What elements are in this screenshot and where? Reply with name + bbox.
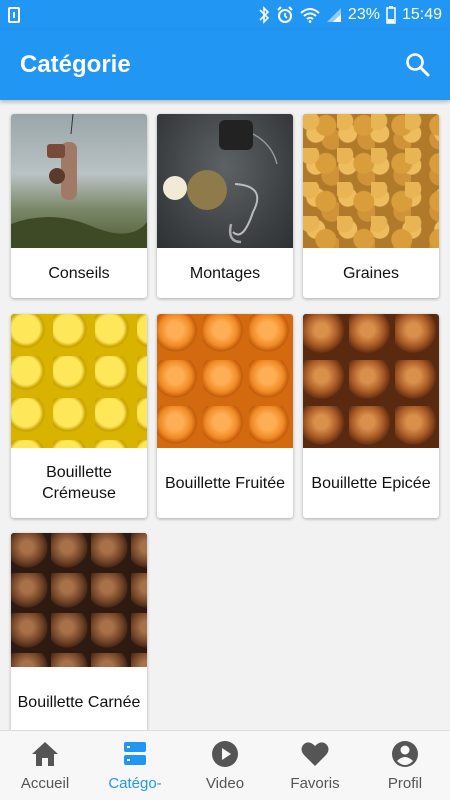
heart-icon [301, 739, 329, 769]
category-card-bouillette-epicee[interactable]: Bouillette Epicée [303, 314, 439, 518]
sim-card-icon [8, 7, 20, 23]
nav-profil[interactable]: Profil [360, 731, 450, 800]
nav-label: Accueil [20, 775, 70, 792]
category-card-montages[interactable]: Montages [157, 114, 293, 298]
category-card-conseils[interactable]: Conseils [11, 114, 147, 298]
nav-accueil[interactable]: Accueil [0, 731, 90, 800]
category-card-bouillette-fruitee[interactable]: Bouillette Fruitée [157, 314, 293, 518]
nav-video[interactable]: Video [180, 731, 270, 800]
play-icon [211, 739, 239, 769]
search-icon [406, 53, 430, 77]
category-image [303, 314, 439, 448]
category-card-graines[interactable]: Graines [303, 114, 439, 298]
category-image [157, 314, 293, 448]
category-label: Bouillette Carnée [17, 693, 141, 711]
nav-label: Favoris [290, 775, 340, 792]
category-label: Montages [189, 264, 261, 282]
category-image [11, 314, 147, 448]
home-icon [31, 739, 59, 769]
category-card-bouillette-cremeuse[interactable]: Bouillette Crémeuse [11, 314, 147, 518]
battery-percent: 23% [347, 6, 380, 23]
bottom-nav: Accueil Catégo- Video Favoris Profil [0, 730, 450, 800]
page-title: Catégorie [20, 51, 131, 78]
nav-label: Catégo- [108, 775, 162, 792]
battery-icon [386, 6, 396, 24]
category-card-bouillette-carnee[interactable]: Bouillette Carnée [11, 533, 147, 730]
nav-label: Profil [387, 775, 423, 792]
signal-icon [326, 8, 341, 22]
category-image [303, 114, 439, 248]
category-label: Conseils [48, 264, 110, 282]
bluetooth-icon [259, 6, 270, 24]
wifi-icon [300, 8, 320, 23]
nav-label: Video [205, 775, 245, 792]
alarm-icon [277, 6, 293, 23]
nav-favoris[interactable]: Favoris [270, 731, 360, 800]
status-bar: 23% 15:49 [0, 0, 450, 30]
clock: 15:49 [401, 6, 442, 23]
nav-categorie[interactable]: Catégo- [90, 731, 180, 800]
category-image [11, 114, 147, 248]
category-grid: Conseils Montages Graines Bouillette Cré… [0, 100, 450, 730]
category-image [11, 533, 147, 667]
app-bar: Catégorie [0, 30, 450, 100]
category-list-icon [123, 739, 147, 769]
category-label: Bouillette Crémeuse [42, 464, 116, 502]
account-icon [391, 739, 419, 769]
category-label: Bouillette Fruitée [164, 474, 286, 492]
search-button[interactable] [400, 47, 436, 83]
category-image [157, 114, 293, 248]
category-label: Graines [342, 264, 400, 282]
category-label: Bouillette Epicée [311, 474, 431, 492]
